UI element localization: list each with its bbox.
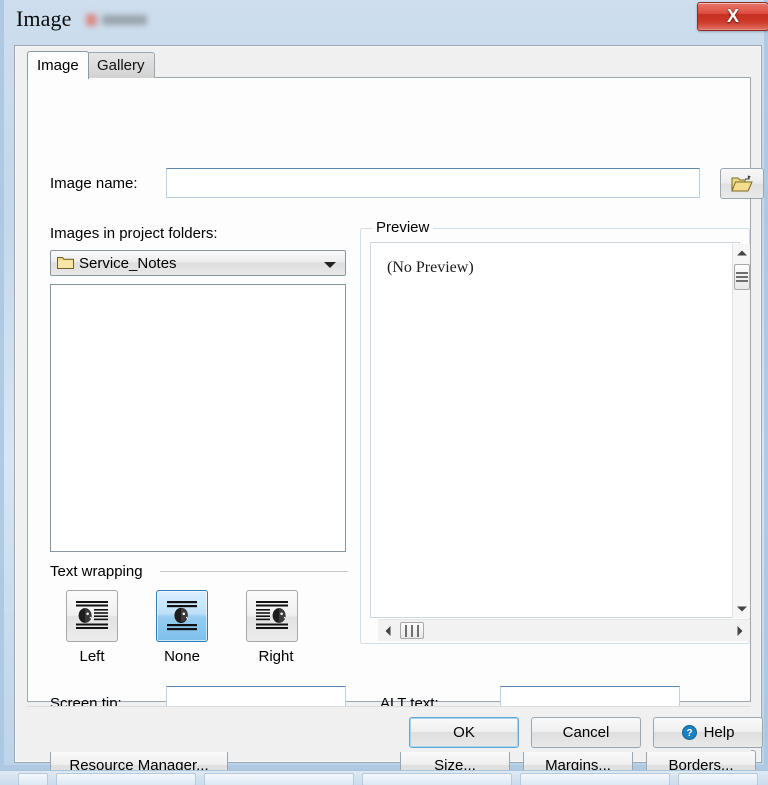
scroll-right-button[interactable] — [730, 620, 750, 641]
wrap-left-button[interactable] — [66, 590, 118, 642]
wrap-left-icon — [76, 601, 108, 629]
no-preview-text: (No Preview) — [387, 259, 474, 276]
taskbar[interactable] — [0, 770, 768, 785]
taskbar-item[interactable] — [18, 773, 48, 785]
wrap-none-icon — [167, 601, 197, 631]
horizontal-scroll-thumb[interactable] — [400, 622, 424, 639]
title-bar[interactable]: Image X — [4, 0, 768, 42]
ok-button[interactable]: OK — [409, 717, 519, 748]
scroll-up-arrow-icon — [737, 250, 747, 256]
dialog-footer: OK Cancel ? Help — [27, 706, 763, 752]
wrap-right-label: Right — [258, 648, 294, 665]
image-name-input[interactable] — [166, 168, 700, 198]
image-dialog-window: Image X Image Gallery Image name: Images… — [0, 0, 768, 781]
project-folder-selected-value: Service_Notes — [79, 255, 177, 272]
help-circle-icon: ? — [681, 725, 697, 740]
scroll-left-button[interactable] — [378, 620, 398, 641]
cancel-label: Cancel — [562, 724, 610, 741]
image-list-box[interactable] — [50, 284, 346, 552]
project-folder-dropdown[interactable]: Service_Notes — [50, 250, 346, 276]
images-in-project-folders-label: Images in project folders: — [50, 225, 218, 242]
svg-text:?: ? — [686, 728, 692, 739]
text-wrapping-legend: Text wrapping — [50, 564, 149, 579]
image-name-label: Image name: — [50, 175, 138, 192]
preview-legend: Preview — [372, 220, 434, 235]
taskbar-item[interactable] — [678, 773, 758, 785]
scroll-thumb-grip — [403, 624, 421, 637]
taskbar-item[interactable] — [520, 773, 670, 785]
browse-button[interactable] — [720, 168, 764, 199]
chevron-down-icon — [324, 262, 336, 268]
tab-gallery[interactable]: Gallery — [87, 52, 155, 78]
folder-icon — [57, 257, 74, 269]
wrap-right-button[interactable] — [246, 590, 298, 642]
wrap-left-label: Left — [79, 648, 105, 665]
dialog-client-area: Image Gallery Image name: Images in proj… — [14, 45, 764, 781]
tab-panel-image: Image name: Images in project folders: S… — [27, 77, 764, 781]
preview-vertical-scrollbar[interactable] — [732, 244, 750, 618]
tab-image[interactable]: Image — [27, 51, 89, 79]
tab-image-label: Image — [37, 57, 79, 74]
help-label: Help — [703, 724, 735, 741]
scroll-down-button[interactable] — [733, 600, 751, 618]
help-button[interactable]: ? Help — [653, 717, 763, 748]
close-button[interactable]: X — [697, 2, 768, 31]
tab-gallery-label: Gallery — [97, 57, 145, 74]
wrap-none-label: None — [164, 648, 200, 665]
ok-label: OK — [453, 724, 475, 741]
scroll-thumb-grip — [736, 270, 748, 284]
scroll-down-arrow-icon — [737, 606, 747, 612]
window-title: Image — [16, 6, 72, 31]
scroll-right-arrow-icon — [737, 625, 743, 636]
close-icon: X — [726, 6, 739, 26]
taskbar-item[interactable] — [362, 773, 512, 785]
wrap-none-button[interactable] — [156, 590, 208, 642]
scroll-up-button[interactable] — [733, 244, 751, 262]
cancel-button[interactable]: Cancel — [531, 717, 641, 748]
taskbar-item[interactable] — [204, 773, 354, 785]
wrap-right-icon — [256, 601, 288, 629]
title-redacted-blur — [86, 12, 148, 27]
scroll-left-arrow-icon — [385, 625, 391, 636]
tab-strip: Image Gallery — [27, 51, 751, 79]
text-wrapping-divider — [160, 571, 348, 572]
vertical-scroll-thumb[interactable] — [734, 264, 750, 290]
preview-horizontal-scrollbar[interactable] — [378, 619, 750, 641]
taskbar-item[interactable] — [56, 773, 196, 785]
folder-open-icon — [731, 174, 753, 191]
preview-surface[interactable]: (No Preview) — [370, 242, 740, 618]
